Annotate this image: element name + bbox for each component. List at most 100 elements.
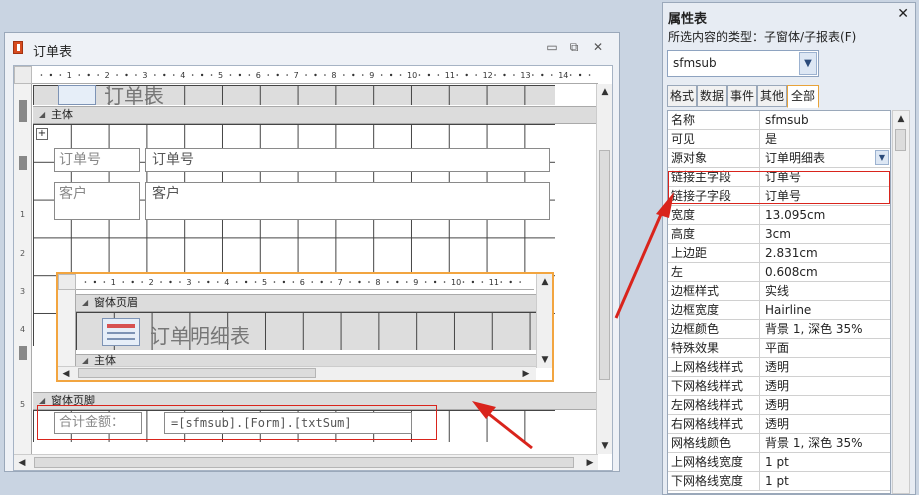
tab-other[interactable]: 其他 [757,85,787,107]
property-value[interactable]: 2.831cm [761,244,890,263]
customer-label[interactable]: 客户 [54,182,140,220]
scroll-down-icon[interactable]: ▼ [537,352,552,368]
ruler-label: 10 [451,278,461,287]
property-value[interactable]: Hairline [761,301,890,320]
ruler-tick [569,74,572,76]
property-row[interactable]: 高度 3cm [668,225,890,244]
property-row[interactable]: 可见是 [668,130,890,149]
tab-event[interactable]: 事件 [727,85,757,107]
tab-format[interactable]: 格式 [667,85,697,107]
scroll-down-icon[interactable]: ▼ [597,438,612,454]
canvas-vscroll-thumb[interactable] [599,150,610,380]
subform-vertical-ruler [58,290,76,368]
property-value[interactable]: 透明 [761,358,890,377]
minimize-button[interactable]: ▭ [543,39,561,55]
subform-hscroll[interactable]: ◀ ▶ [58,366,536,380]
property-vscroll[interactable]: ▲ [892,110,910,494]
property-row[interactable]: 边框宽度 Hairline [668,301,890,320]
ruler-tick [305,74,307,76]
property-value[interactable]: 平面 [761,339,890,358]
subform-control[interactable]: 1234567891011 窗体页眉 订单明细表 主体 ▲ ▼ ◀ ▶ [56,272,554,382]
canvas-hscroll-thumb[interactable] [34,457,574,468]
ruler-label: 4 [180,71,185,80]
property-value[interactable]: 透明 [761,377,890,396]
canvas-hscroll[interactable]: ◀ ▶ [14,454,598,470]
subform-hscroll-thumb[interactable] [78,368,316,378]
ruler-label: 14 [558,71,568,80]
detail-section-bar[interactable]: 主体 [33,106,598,124]
property-value[interactable]: 透明 [761,396,890,415]
property-row[interactable]: 宽度 13.095cm [668,206,890,225]
vertical-ruler[interactable]: 1 2 3 4 5 [14,84,32,454]
property-row[interactable]: 名称 sfmsub [668,111,890,130]
ruler-tick [116,74,118,76]
design-canvas[interactable]: 1234567891011121314 1 2 3 4 5 订单表 主体 + 订… [13,65,613,471]
property-row[interactable]: 边框颜色 背景 1, 深色 35% [668,320,890,339]
property-value[interactable]: sfmsub [761,111,890,130]
property-value[interactable]: 背景 1, 深色 35% [761,320,890,339]
subform-header-bar[interactable]: 窗体页眉 [76,294,536,312]
move-handle-icon[interactable]: + [36,128,48,140]
scroll-up-icon[interactable]: ▲ [597,84,612,100]
property-row[interactable]: 上网格线样式 透明 [668,358,890,377]
form-selector[interactable] [14,66,32,84]
property-value[interactable]: 13.095cm [761,206,890,225]
property-value[interactable]: 1 pt [761,453,890,472]
property-value[interactable]: 透明 [761,415,890,434]
form-header-title: 订单表 [104,84,164,108]
ruler-tick [125,73,128,77]
property-row[interactable]: 上边距 2.831cm [668,244,890,263]
property-row[interactable]: 左 0.608cm [668,263,890,282]
close-button[interactable]: ✕ [589,39,607,55]
ruler-label: 7 [294,71,299,80]
customer-textbox[interactable]: 客户 [145,182,550,220]
scroll-right-icon[interactable]: ▶ [518,366,534,380]
close-icon[interactable]: ✕ [897,6,909,22]
scroll-up-icon[interactable]: ▲ [537,274,552,290]
subform-ruler: 1 2 3 4 5 6 7 8 9 10 11 [76,274,534,290]
property-row[interactable]: 下网格线样式 透明 [668,377,890,396]
subform-selector[interactable] [58,274,76,290]
property-row[interactable]: 上网格线宽度 1 pt [668,453,890,472]
restore-button[interactable]: ⧉ [565,39,583,55]
ruler-tick [361,74,364,76]
order-no-textbox[interactable]: 订单号 [145,148,550,172]
property-vscroll-thumb[interactable] [895,129,906,151]
property-value[interactable]: 1 pt [761,472,890,491]
ruler-tick [578,73,582,77]
object-selector[interactable]: sfmsub ▼ [667,50,819,77]
scroll-left-icon[interactable]: ◀ [58,366,74,380]
property-name: 特殊效果 [668,339,760,358]
scroll-left-icon[interactable]: ◀ [14,455,30,470]
order-no-label[interactable]: 订单号 [54,148,140,172]
chevron-down-icon[interactable]: ▼ [799,52,817,75]
property-row[interactable]: 网格线颜色 背景 1, 深色 35% [668,434,890,453]
scroll-right-icon[interactable]: ▶ [582,455,598,470]
property-value[interactable]: 订单明细表 [761,149,890,168]
property-row[interactable]: 右网格线样式 透明 [668,415,890,434]
property-name: 下网格线宽度 [668,472,760,491]
property-row[interactable]: 左网格线样式 透明 [668,396,890,415]
chevron-down-icon[interactable]: ▼ [875,150,889,165]
property-name: 可见 [668,130,760,149]
property-row[interactable]: 下网格线宽度 1 pt [668,472,890,491]
tab-data[interactable]: 数据 [697,85,727,107]
property-value[interactable]: 3cm [761,225,890,244]
scroll-up-icon[interactable]: ▲ [893,111,909,127]
property-value[interactable]: 0.608cm [761,263,890,282]
selection-type-label: 所选内容的类型：子窗体/子报表(F) [668,30,857,44]
ruler-label: 10 [407,71,417,80]
property-row[interactable]: 特殊效果 平面 [668,339,890,358]
ruler-tick [172,74,175,76]
property-row[interactable]: 源对象 订单明细表 ▼ [668,149,890,168]
property-value[interactable]: 实线 [761,282,890,301]
ruler-tick [396,280,399,284]
canvas-vscroll[interactable]: ▲ ▼ [596,84,612,454]
property-value[interactable]: 背景 1, 深色 35% [761,434,890,453]
property-value[interactable]: 是 [761,130,890,149]
property-name: 边框颜色 [668,320,760,339]
ruler-tick [475,74,477,76]
subform-vscroll[interactable]: ▲ ▼ [536,274,552,368]
property-row[interactable]: 边框样式 实线 [668,282,890,301]
tab-all[interactable]: 全部 [787,85,819,108]
